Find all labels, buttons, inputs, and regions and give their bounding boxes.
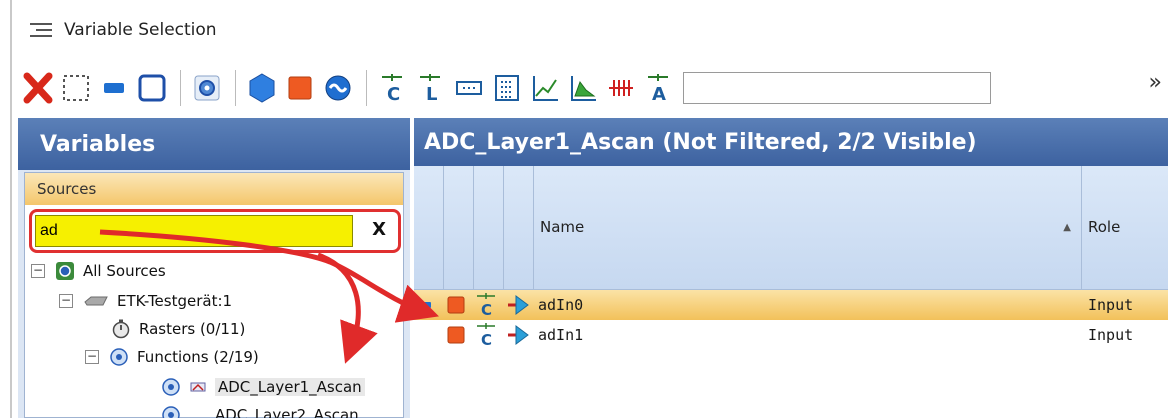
variable-role: Input bbox=[1088, 326, 1134, 344]
window-edge bbox=[10, 0, 12, 418]
overflow-chevron-icon[interactable]: » bbox=[1149, 70, 1162, 95]
source-filter-input[interactable] bbox=[35, 215, 353, 247]
function-gear-icon[interactable] bbox=[189, 68, 225, 108]
toolbar-separator bbox=[366, 70, 367, 106]
svg-text:L: L bbox=[426, 84, 437, 104]
axis-points-icon[interactable] bbox=[603, 68, 639, 108]
tree-item-label: ETK-Testgerät:1 bbox=[117, 292, 233, 310]
sources-box: Sources X − All Sources − ETK-Testgerät:… bbox=[24, 172, 404, 418]
characteristic-c-icon[interactable]: C bbox=[375, 68, 411, 108]
stopwatch-icon bbox=[111, 319, 131, 339]
tree-item-label: ADC_Layer2_Ascan bbox=[215, 406, 359, 418]
column-role[interactable]: Role bbox=[1082, 166, 1168, 290]
all-sources-shield-icon bbox=[55, 261, 75, 281]
column-kind[interactable] bbox=[474, 166, 504, 290]
column-headers: Name ▲ Role bbox=[414, 166, 1168, 290]
collapse-icon[interactable]: − bbox=[85, 350, 99, 364]
table-row[interactable]: C adIn0 Input bbox=[414, 290, 1168, 320]
filter-highlight: X bbox=[29, 209, 401, 253]
wave-circle-icon[interactable] bbox=[320, 68, 356, 108]
tree-item-adc-layer2[interactable]: ADC_Layer2_Ascan bbox=[161, 401, 359, 418]
curve-icon[interactable] bbox=[527, 68, 563, 108]
column-name[interactable]: Name ▲ bbox=[534, 166, 1082, 290]
select-frame-icon[interactable] bbox=[134, 68, 170, 108]
column-direction[interactable] bbox=[504, 166, 534, 290]
variable-role: Input bbox=[1088, 296, 1134, 314]
function-gear-icon bbox=[161, 377, 181, 397]
toolbar-search-input[interactable] bbox=[683, 72, 991, 104]
input-arrow-icon bbox=[506, 290, 530, 320]
svg-text:A: A bbox=[652, 84, 666, 104]
variable-selection-icon bbox=[30, 21, 56, 39]
variables-header: Variables bbox=[18, 118, 410, 170]
window-title: Variable Selection bbox=[64, 20, 217, 40]
clear-filter-button[interactable]: X bbox=[372, 219, 386, 240]
toolbar-separator bbox=[180, 70, 181, 106]
input-arrow-icon bbox=[506, 320, 530, 350]
characteristic-c-icon: C bbox=[474, 290, 500, 320]
sources-header: Sources bbox=[25, 173, 403, 205]
variable-name: adIn1 bbox=[538, 326, 584, 344]
variable-name: adIn0 bbox=[538, 296, 584, 314]
title-bar: Variable Selection bbox=[18, 0, 1168, 60]
column-select[interactable] bbox=[414, 166, 444, 290]
variable-list-header: ADC_Layer1_Ascan (Not Filtered, 2/2 Visi… bbox=[414, 118, 1168, 166]
svg-text:C: C bbox=[481, 331, 492, 348]
svg-text:C: C bbox=[481, 301, 492, 318]
measure-variable-icon bbox=[446, 290, 466, 320]
tree-item-label: Rasters (0/11) bbox=[139, 320, 246, 338]
device-icon bbox=[83, 291, 109, 311]
map-icon[interactable] bbox=[565, 68, 601, 108]
tree-item-device[interactable]: − ETK-Testgerät:1 bbox=[59, 287, 232, 315]
variable-list-panel: ADC_Layer1_Ascan (Not Filtered, 2/2 Visi… bbox=[414, 118, 1168, 418]
column-name-label: Name bbox=[540, 218, 585, 236]
tree-item-all-sources[interactable]: − All Sources bbox=[31, 257, 166, 285]
hexagon-icon[interactable] bbox=[244, 68, 280, 108]
function-gear-icon bbox=[109, 347, 129, 367]
table-row[interactable]: C adIn1 Input bbox=[414, 320, 1168, 350]
selected-row-marker-icon bbox=[418, 290, 432, 320]
variables-panel: Variables Sources X − All Sources − ETK-… bbox=[18, 118, 410, 418]
tree-item-adc-layer1[interactable]: ADC_Layer1_Ascan bbox=[161, 373, 365, 401]
matrix-icon[interactable] bbox=[489, 68, 525, 108]
measure-variable-icon bbox=[446, 320, 466, 350]
delete-icon[interactable] bbox=[20, 68, 56, 108]
tree-item-label: All Sources bbox=[83, 262, 166, 280]
characteristic-l-icon[interactable]: L bbox=[413, 68, 449, 108]
column-type[interactable] bbox=[444, 166, 474, 290]
select-row-icon[interactable] bbox=[96, 68, 132, 108]
characteristic-c-icon: C bbox=[474, 320, 500, 350]
function-gear-icon bbox=[161, 405, 181, 418]
square-orange-icon[interactable] bbox=[282, 68, 318, 108]
array-icon[interactable] bbox=[451, 68, 487, 108]
column-role-label: Role bbox=[1088, 218, 1121, 236]
tree-item-label: ADC_Layer1_Ascan bbox=[215, 378, 365, 396]
tree-item-label: Functions (2/19) bbox=[137, 348, 259, 366]
tree-item-rasters[interactable]: Rasters (0/11) bbox=[111, 315, 245, 343]
opened-marker-icon bbox=[189, 377, 207, 397]
sort-ascending-icon: ▲ bbox=[1063, 222, 1071, 233]
toolbar: C L A » bbox=[18, 64, 1168, 112]
tree-item-functions[interactable]: − Functions (2/19) bbox=[85, 343, 259, 371]
characteristic-a-icon[interactable]: A bbox=[641, 68, 677, 108]
collapse-icon[interactable]: − bbox=[59, 294, 73, 308]
select-area-icon[interactable] bbox=[58, 68, 94, 108]
collapse-icon[interactable]: − bbox=[31, 264, 45, 278]
svg-text:C: C bbox=[387, 84, 400, 104]
toolbar-separator bbox=[235, 70, 236, 106]
